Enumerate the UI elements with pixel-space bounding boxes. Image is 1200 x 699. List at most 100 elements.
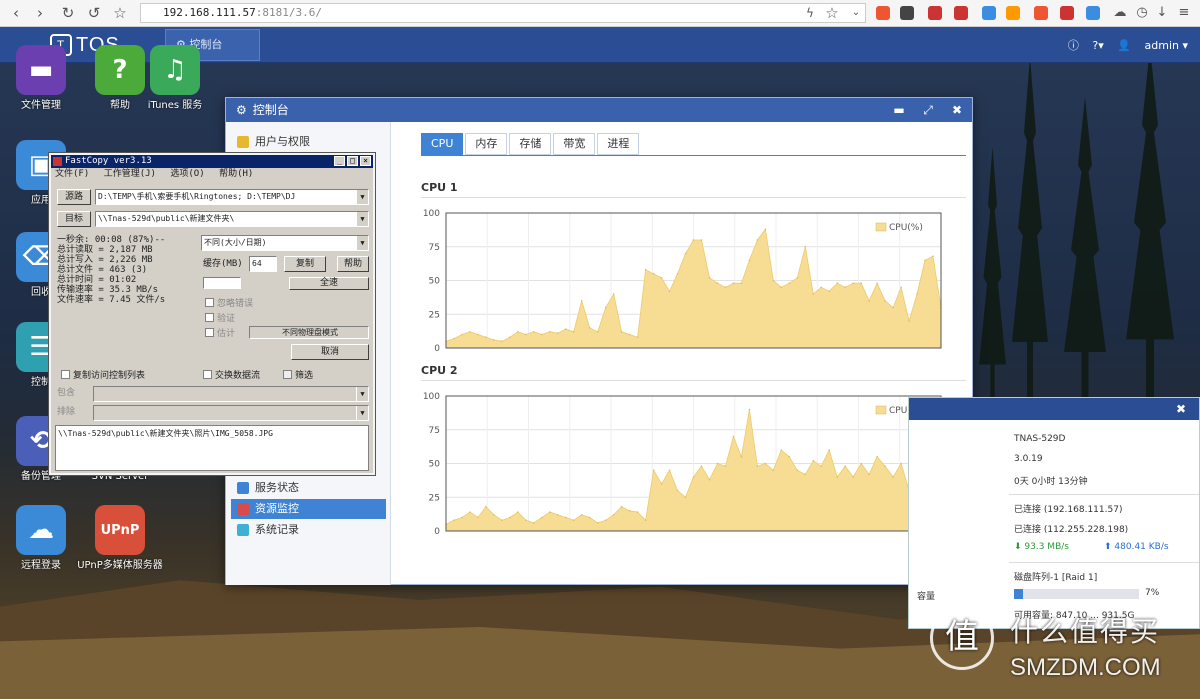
forward-icon[interactable]: › — [30, 3, 50, 23]
tab-3[interactable]: 带宽 — [553, 133, 596, 155]
data-point — [844, 286, 846, 289]
speed-slider[interactable] — [203, 277, 241, 289]
data-point — [509, 516, 511, 519]
data-point — [892, 476, 894, 478]
sidebar-item-service-status[interactable]: 服务状态 — [231, 478, 386, 498]
tab-0[interactable]: CPU — [421, 133, 464, 155]
filter-checkbox[interactable]: 筛选 — [283, 370, 313, 382]
data-point — [676, 489, 679, 492]
reload-icon[interactable]: ↻ — [58, 3, 78, 23]
cancel-button[interactable]: 取消 — [291, 344, 369, 360]
watermark-cn: 什么值得买 — [1010, 615, 1161, 648]
close-icon[interactable]: ✖ — [1171, 400, 1191, 418]
data-point — [541, 516, 543, 519]
stat-line: 总计读取 = 2,187 MB — [57, 245, 153, 255]
minimize-icon[interactable]: ▬ — [889, 101, 909, 119]
desktop-icon[interactable]: ♫ iTunes 服务 — [130, 45, 220, 112]
dropdown-icon[interactable]: ▼ — [356, 212, 368, 226]
full-speed-button[interactable]: 全速 — [289, 277, 369, 290]
buffer-input[interactable]: 64 — [249, 256, 277, 272]
source-button[interactable]: 源路 — [57, 189, 91, 205]
tab-4[interactable]: 进程 — [597, 133, 640, 155]
help-button[interactable]: 帮助 — [337, 256, 369, 272]
data-point — [461, 516, 463, 519]
history-icon[interactable]: ◷ — [1132, 3, 1152, 23]
undo-icon[interactable]: ↺ — [84, 3, 104, 23]
menu-icon[interactable]: ≡ — [1174, 3, 1194, 23]
data-point — [453, 519, 455, 521]
desktop-icon[interactable]: ☁ 远程登录 — [0, 505, 86, 572]
user-menu[interactable]: 👤 admin ▾ — [1117, 39, 1188, 52]
star-icon[interactable]: ☆ — [110, 3, 130, 23]
sidebar-item-users[interactable]: 用户与权限 — [231, 132, 386, 152]
ignore-errors-checkbox[interactable]: 忽略错误 — [205, 298, 253, 310]
control-panel-titlebar[interactable]: ⚙ 控制台 — [226, 98, 972, 122]
maximize-icon[interactable]: □ — [347, 156, 358, 166]
estimate-checkbox[interactable]: 估计 — [205, 328, 235, 340]
menu-help[interactable]: 帮助(H) — [219, 169, 253, 179]
data-point — [836, 476, 838, 478]
sidebar-item-resource-monitor[interactable]: 资源监控 — [231, 499, 386, 519]
extension-icon[interactable] — [1034, 6, 1048, 20]
url-host: 192.168.111.57 — [163, 6, 256, 19]
download-icon[interactable]: ↓ — [1152, 3, 1172, 23]
sidebar-item-system-log[interactable]: 系统记录 — [231, 520, 386, 540]
desktop-icon[interactable]: ▬ 文件管理 — [0, 45, 86, 112]
extension-icon[interactable] — [954, 6, 968, 20]
extension-icon[interactable] — [1006, 6, 1020, 20]
data-point — [876, 282, 878, 284]
help-icon[interactable]: ?▾ — [1092, 39, 1103, 52]
desktop-icon[interactable]: UPnP UPnP多媒体服务器 — [75, 505, 165, 572]
cloud-icon[interactable]: ☁ — [1110, 3, 1130, 23]
address-bar[interactable]: 192.168.111.57:8181/3.6/ — [140, 3, 866, 23]
close-icon[interactable]: ✖ — [947, 101, 967, 119]
menu-options[interactable]: 选项(O) — [170, 169, 204, 179]
execute-button[interactable]: 复制 — [284, 256, 326, 272]
shield-icon[interactable] — [900, 6, 914, 20]
dropdown-icon[interactable]: ⌄ — [846, 3, 866, 23]
legend-label: CPU(%) — [889, 223, 923, 233]
dropdown-icon[interactable]: ▼ — [356, 190, 368, 204]
info-icon[interactable]: ⓘ — [1068, 39, 1079, 52]
mode-select[interactable]: 不同(大小/日期) ▼ — [201, 235, 369, 251]
minimize-icon[interactable]: _ — [334, 156, 345, 166]
data-point — [916, 293, 918, 295]
data-point — [796, 277, 799, 279]
dest-field[interactable]: \\Tnas-529d\public\新建文件夹\ ▼ — [95, 211, 369, 227]
close-icon[interactable]: × — [360, 156, 371, 166]
watermark: 值 什么值得买 SMZDM.COM — [930, 606, 1200, 699]
menu-file[interactable]: 文件(F) — [55, 169, 89, 179]
tab-2[interactable]: 存储 — [509, 133, 552, 155]
stream-checkbox[interactable]: 交换数据流 — [203, 370, 260, 382]
bookmark-star-icon[interactable]: ☆ — [822, 3, 842, 23]
gear-icon: ⚙ — [236, 103, 247, 117]
extension-icon[interactable] — [928, 6, 942, 20]
tab-1[interactable]: 内存 — [465, 133, 508, 155]
data-point — [541, 333, 543, 336]
fastcopy-titlebar[interactable]: FastCopy ver3.13 _ □ × — [51, 155, 373, 168]
data-point — [588, 327, 591, 329]
data-point — [884, 300, 886, 302]
dropdown-icon[interactable]: ▼ — [356, 236, 368, 250]
source-field[interactable]: D:\TEMP\手机\索要手机\Ringtones; D:\TEMP\DJ ▼ — [95, 189, 369, 205]
data-point — [780, 286, 783, 289]
menu-job[interactable]: 工作管理(J) — [104, 169, 156, 179]
extension-icon[interactable] — [1060, 6, 1074, 20]
data-point — [932, 255, 934, 257]
data-point — [517, 331, 519, 333]
acl-checkbox[interactable]: 复制访问控制列表 — [61, 370, 145, 382]
extension-icon[interactable] — [982, 6, 996, 20]
dest-button[interactable]: 目标 — [57, 211, 91, 227]
cpu1-chart: 0 25 50 75 100 CPU(%) — [416, 208, 946, 363]
back-icon[interactable]: ‹ — [6, 3, 26, 23]
version-value: 3.0.19 — [1014, 454, 1043, 464]
include-field: ▼ — [93, 386, 369, 402]
y-tick-label: 0 — [434, 527, 440, 537]
extension-icon[interactable] — [1086, 6, 1100, 20]
data-point — [900, 286, 902, 289]
data-point — [868, 473, 870, 476]
extension-icon[interactable] — [876, 6, 890, 20]
lightning-icon[interactable]: ϟ — [800, 3, 820, 23]
maximize-icon[interactable]: ⤢ — [918, 101, 938, 119]
verify-checkbox[interactable]: 验证 — [205, 313, 235, 325]
